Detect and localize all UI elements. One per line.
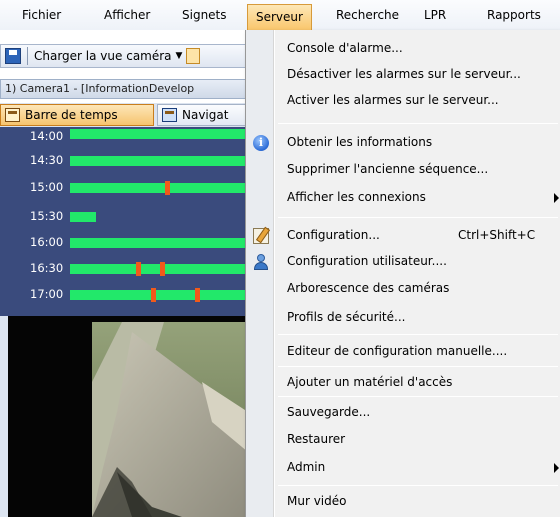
menu-item-label: Supprimer l'ancienne séquence... xyxy=(287,162,489,176)
menu-separator xyxy=(278,334,558,335)
recording-bar xyxy=(70,156,248,166)
tab-timeline[interactable]: Barre de temps xyxy=(0,104,154,126)
timeline-time: 15:30 xyxy=(30,209,64,223)
menu-item-obtenir-informations[interactable]: i Obtenir les informations xyxy=(246,130,560,156)
toolbar: Charger la vue caméra ▼ xyxy=(0,44,248,68)
timeline-row[interactable]: 17:00 xyxy=(22,285,248,306)
menu-separator xyxy=(278,366,558,367)
menu-item-label: Désactiver les alarmes sur le serveur... xyxy=(287,67,521,81)
server-menu: Console d'alarme... Désactiver les alarm… xyxy=(245,30,560,517)
timeline-row[interactable]: 14:00 xyxy=(22,127,248,148)
timeline-row[interactable]: 15:00 xyxy=(22,178,248,199)
menu-item-label: Activer les alarmes sur le serveur... xyxy=(287,93,499,107)
tab-row: Barre de temps Navigat xyxy=(0,103,248,127)
navigation-icon xyxy=(162,108,177,122)
event-marker[interactable] xyxy=(195,288,200,302)
toolbar-separator xyxy=(27,47,28,65)
side-panel-edge xyxy=(0,316,8,517)
timeline-time: 14:00 xyxy=(30,129,64,143)
event-marker[interactable] xyxy=(165,181,170,195)
users-icon xyxy=(253,254,269,270)
timeline-row[interactable]: 16:30 xyxy=(22,259,248,280)
recording-bar xyxy=(70,264,248,274)
menu-item-sauvegarde[interactable]: Sauvegarde... xyxy=(246,400,560,426)
menu-recherche[interactable]: Recherche xyxy=(336,0,399,30)
menu-item-activer-alarmes[interactable]: Activer les alarmes sur le serveur... xyxy=(246,88,560,114)
menu-item-label: Ajouter un matériel d'accès xyxy=(287,375,453,389)
save-icon[interactable] xyxy=(5,48,21,64)
calendar-icon[interactable] xyxy=(186,48,201,64)
menu-signets[interactable]: Signets xyxy=(182,0,227,30)
event-marker[interactable] xyxy=(136,262,141,276)
event-marker[interactable] xyxy=(151,288,156,302)
configuration-icon xyxy=(253,228,269,244)
timeline-time: 16:00 xyxy=(30,235,64,249)
menu-item-label: Console d'alarme... xyxy=(287,41,403,55)
menu-separator xyxy=(278,217,558,218)
menu-item-arborescence-cameras[interactable]: Arborescence des caméras xyxy=(246,276,560,302)
menu-separator xyxy=(278,396,558,397)
camera-video-frame[interactable] xyxy=(92,322,248,517)
menu-afficher[interactable]: Afficher xyxy=(104,0,150,30)
menu-item-mur-video[interactable]: Mur vidéo xyxy=(246,489,560,515)
menu-item-label: Afficher les connexions xyxy=(287,190,426,204)
menu-separator xyxy=(278,123,558,124)
menu-item-label: Restaurer xyxy=(287,432,346,446)
camera-image xyxy=(92,322,248,517)
menu-item-label: Profils de sécurité... xyxy=(287,310,406,324)
recording-bar xyxy=(70,238,248,248)
submenu-arrow-icon xyxy=(554,193,559,203)
camera-title: 1) Camera1 - [InformationDevelop xyxy=(0,79,248,99)
tab-timeline-label: Barre de temps xyxy=(25,108,118,122)
recording-bar xyxy=(70,129,248,139)
menu-serveur[interactable]: Serveur xyxy=(247,4,312,30)
timeline-row[interactable]: 15:30 xyxy=(22,207,248,228)
menu-item-restaurer[interactable]: Restaurer xyxy=(246,427,560,453)
menu-item-configuration-utilisateur[interactable]: Configuration utilisateur.... xyxy=(246,249,560,275)
menu-fichier[interactable]: Fichier xyxy=(22,0,61,30)
menu-item-label: Admin xyxy=(287,460,326,474)
menu-item-supprimer-sequence[interactable]: Supprimer l'ancienne séquence... xyxy=(246,157,560,183)
menu-item-afficher-connexions[interactable]: Afficher les connexions xyxy=(246,185,560,211)
menu-lpr[interactable]: LPR xyxy=(424,0,446,30)
menu-item-label: Configuration... xyxy=(287,228,380,242)
info-icon: i xyxy=(253,135,269,151)
submenu-arrow-icon xyxy=(554,463,559,473)
menu-item-desactiver-alarmes[interactable]: Désactiver les alarmes sur le serveur... xyxy=(246,62,560,88)
menu-item-label: Sauvegarde... xyxy=(287,405,371,419)
timeline-panel[interactable]: 14:00 14:30 15:00 15:30 16:00 16:30 17:0… xyxy=(22,127,248,316)
menu-item-editeur-configuration[interactable]: Editeur de configuration manuelle.... xyxy=(246,339,560,365)
menu-item-profils-securite[interactable]: Profils de sécurité... xyxy=(246,305,560,331)
chevron-down-icon[interactable]: ▼ xyxy=(176,51,183,61)
recording-bar xyxy=(70,183,248,193)
menu-item-label: Editeur de configuration manuelle.... xyxy=(287,344,508,358)
menu-item-admin[interactable]: Admin xyxy=(246,455,560,481)
timeline-row[interactable]: 16:00 xyxy=(22,233,248,254)
menu-item-console-alarme[interactable]: Console d'alarme... xyxy=(246,36,560,62)
menu-rapports[interactable]: Rapports xyxy=(487,0,541,30)
menu-separator xyxy=(278,485,558,486)
timeline-time: 17:00 xyxy=(30,287,64,301)
load-camera-view-button[interactable]: Charger la vue caméra xyxy=(34,49,172,63)
menu-item-ajouter-materiel-acces[interactable]: Ajouter un matériel d'accès xyxy=(246,370,560,396)
event-marker[interactable] xyxy=(160,262,165,276)
menu-item-label: Configuration utilisateur.... xyxy=(287,254,447,268)
recording-bar xyxy=(70,290,248,300)
timeline-icon xyxy=(5,108,20,122)
timeline-time: 15:00 xyxy=(30,180,64,194)
timeline-time: 14:30 xyxy=(30,153,64,167)
menu-item-shortcut: Ctrl+Shift+C xyxy=(458,228,536,242)
menu-item-label: Arborescence des caméras xyxy=(287,281,450,295)
menu-item-configuration[interactable]: Configuration... Ctrl+Shift+C xyxy=(246,223,560,249)
recording-bar xyxy=(70,212,96,222)
timeline-row[interactable]: 14:30 xyxy=(22,151,248,172)
tab-navigation-label: Navigat xyxy=(182,108,229,122)
menu-item-label: Mur vidéo xyxy=(287,494,347,508)
timeline-left-margin xyxy=(0,127,22,316)
menu-bar: Fichier Afficher Signets Serveur Recherc… xyxy=(0,0,560,30)
menu-item-label: Obtenir les informations xyxy=(287,135,433,149)
timeline-time: 16:30 xyxy=(30,261,64,275)
tab-navigation[interactable]: Navigat xyxy=(157,104,248,126)
